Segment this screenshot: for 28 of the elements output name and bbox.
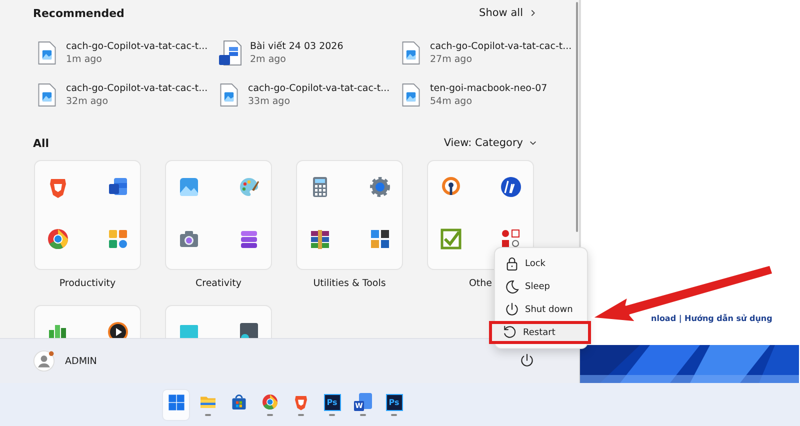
file-name: cach-go-Copilot-va-tat-cac-t... [248, 83, 390, 94]
folder-label: Creativity [196, 278, 242, 290]
section-title: All [33, 136, 50, 150]
folder-label: Utilities & Tools [313, 278, 386, 290]
show-all-link[interactable]: Show all [477, 7, 539, 19]
taskbar-button[interactable]: Ps [320, 390, 344, 420]
file-name: cach-go-Copilot-va-tat-cac-t... [66, 83, 208, 94]
folder-label: Othe [468, 278, 492, 290]
file-name: cach-go-Copilot-va-tat-cac-t... [430, 41, 572, 52]
section-title: Recommended [33, 6, 124, 20]
folder-label: Productivity [59, 278, 116, 290]
power-menu-item[interactable]: Sleep [496, 275, 586, 298]
link-text[interactable]: nload | Hướng dẫn sử dụng [651, 314, 800, 323]
file-name: Bài viết 24 03 2026 [250, 41, 344, 52]
power-menu-item[interactable]: Lock [496, 252, 586, 275]
file-time: 32m ago [66, 96, 110, 107]
user-name[interactable]: ADMIN [65, 356, 97, 366]
taskbar-button[interactable]: Ps [382, 390, 406, 420]
view-dropdown[interactable]: View: Category [442, 137, 539, 149]
file-name: ten-goi-macbook-neo-07 [430, 83, 548, 94]
file-name: cach-go-Copilot-va-tat-cac-t... [66, 41, 208, 52]
power-menu-item[interactable]: Restart [489, 321, 591, 344]
file-time: 33m ago [248, 96, 292, 107]
file-time: 2m ago [250, 54, 287, 65]
file-time: 1m ago [66, 54, 103, 65]
file-time: 54m ago [430, 96, 474, 107]
power-menu-item[interactable]: Shut down [496, 298, 586, 321]
file-time: 27m ago [430, 54, 474, 65]
